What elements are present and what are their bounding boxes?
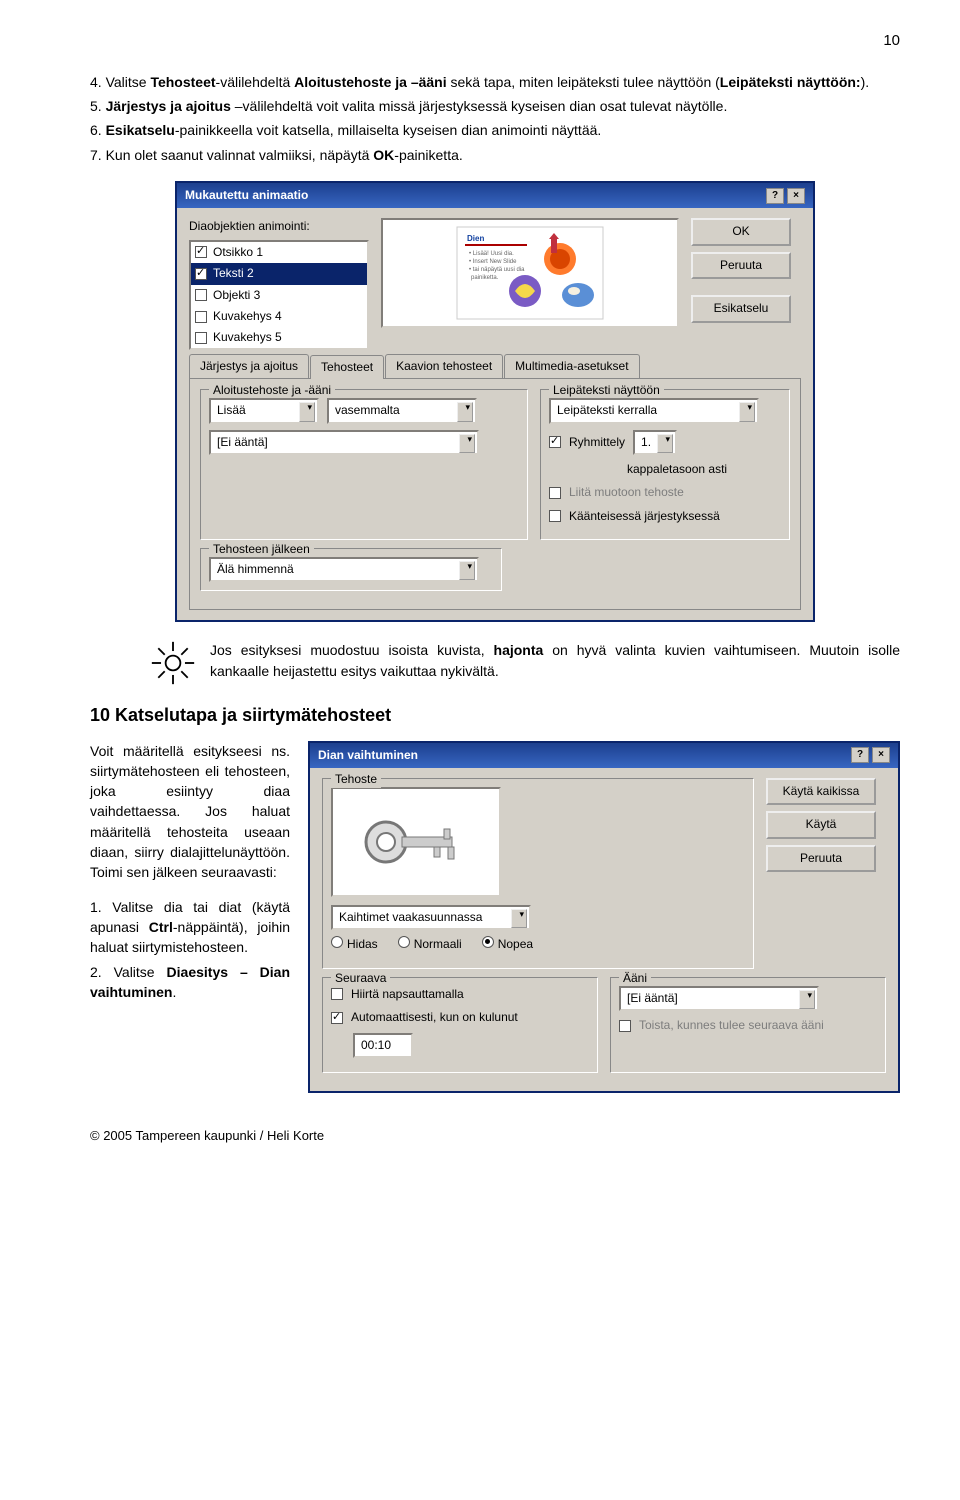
dd-transition-sound[interactable]: [Ei ääntä] xyxy=(619,986,819,1011)
list-item: 4. Valitse Tehosteet-välilehdeltä Aloitu… xyxy=(90,72,900,92)
speed-option[interactable]: Nopea xyxy=(482,936,533,953)
list-item[interactable]: Kuvakehys 4 xyxy=(191,306,367,327)
close-icon[interactable]: × xyxy=(872,747,890,763)
group-sound: Ääni [Ei ääntä] Toista, kunnes tulee seu… xyxy=(610,977,886,1073)
tip-block: Jos esityksesi muodostuu isoista kuvista… xyxy=(150,640,900,686)
dd-level[interactable]: 1. xyxy=(633,430,677,455)
instruction-list-1: 4. Valitse Tehosteet-välilehdeltä Aloitu… xyxy=(90,72,900,165)
tip-text: Jos esityksesi muodostuu isoista kuvista… xyxy=(210,640,900,681)
group-start-effect: Aloitustehoste ja -ääni Lisää vasemmalta… xyxy=(200,389,528,540)
group-bodytext: Leipäteksti näyttöön Leipäteksti kerrall… xyxy=(540,389,790,540)
radio-speed[interactable] xyxy=(398,936,410,948)
list-item: 1. Valitse dia tai diat (käytä apunasi C… xyxy=(90,897,290,958)
radio-speed[interactable] xyxy=(331,936,343,948)
object-list[interactable]: Otsikko 1Teksti 2Objekti 3Kuvakehys 4Kuv… xyxy=(189,240,369,350)
dd-body[interactable]: Leipäteksti kerralla xyxy=(549,398,759,423)
dd-transition-effect[interactable]: Kaihtimet vaakasuunnassa xyxy=(331,905,531,930)
dialog2-title: Dian vaihtuminen xyxy=(318,747,418,764)
dialog-title: Mukautettu animaatio xyxy=(185,187,308,204)
check-icon[interactable] xyxy=(195,289,207,301)
legend-body: Leipäteksti näyttöön xyxy=(549,382,664,399)
apply-button[interactable]: Käytä xyxy=(766,811,876,838)
list-item[interactable]: Otsikko 1 xyxy=(191,242,367,263)
label-grouping: Ryhmittely xyxy=(569,434,625,451)
label-loop: Toista, kunnes tulee seuraava ääni xyxy=(639,1017,824,1034)
group-effect: Tehoste Kaihtim xyxy=(322,778,754,969)
check-icon[interactable] xyxy=(195,311,207,323)
check-grouping[interactable] xyxy=(549,436,561,448)
tab[interactable]: Multimedia-asetukset xyxy=(504,354,639,378)
check-mouseclick[interactable] xyxy=(331,988,343,1000)
help-icon[interactable]: ? xyxy=(851,747,869,763)
legend-sound: Ääni xyxy=(619,970,651,987)
svg-text:• Insert New Slide: • Insert New Slide xyxy=(469,259,517,265)
dd-effect[interactable]: Lisää xyxy=(209,398,319,423)
legend-effect: Tehoste xyxy=(331,771,381,788)
list-item: 5. Järjestys ja ajoitus –välilehdeltä vo… xyxy=(90,96,900,116)
dd-direction[interactable]: vasemmalta xyxy=(327,398,477,423)
preview-pane: Dien • Lisää! Uusi dia. • Insert New Sli… xyxy=(381,218,679,328)
label-auto: Automaattisesti, kun on kulunut xyxy=(351,1009,518,1026)
svg-text:• Lisää! Uusi dia.: • Lisää! Uusi dia. xyxy=(469,251,514,257)
footer: © 2005 Tampereen kaupunki / Heli Korte xyxy=(90,1127,900,1146)
check-reverse[interactable] xyxy=(549,510,561,522)
speed-option[interactable]: Hidas xyxy=(331,936,378,953)
preview-button[interactable]: Esikatselu xyxy=(691,295,791,322)
help-icon[interactable]: ? xyxy=(766,188,784,204)
check-auto[interactable] xyxy=(331,1012,343,1024)
svg-text:painiketta.: painiketta. xyxy=(471,275,499,281)
apply-all-button[interactable]: Käytä kaikissa xyxy=(766,778,876,805)
check-shape xyxy=(549,487,561,499)
dialog-slide-transition: Dian vaihtuminen ? × Tehoste xyxy=(308,741,900,1093)
label-mouseclick: Hiirtä napsauttamalla xyxy=(351,986,464,1003)
titlebar-2: Dian vaihtuminen ? × xyxy=(310,743,898,768)
instruction-list-2: 1. Valitse dia tai diat (käytä apunasi C… xyxy=(90,897,290,1002)
label-reverse: Käänteisessä järjestyksessä xyxy=(569,508,720,525)
dd-after[interactable]: Älä himmennä xyxy=(209,557,479,582)
speed-option[interactable]: Normaali xyxy=(398,936,462,953)
paragraph-2: Voit määritellä esitykseesi ns. siirtymä… xyxy=(90,741,290,883)
list-item: 2. Valitse Diaesitys – Dian vaihtuminen. xyxy=(90,962,290,1003)
group-after-effect: Tehosteen jälkeen Älä himmennä xyxy=(200,548,502,591)
group-next: Seuraava Hiirtä napsauttamalla Automaatt… xyxy=(322,977,598,1073)
svg-text:• tai näpäytä uusi dia: • tai näpäytä uusi dia xyxy=(469,267,525,273)
radio-speed[interactable] xyxy=(482,936,494,948)
label-shape: Liitä muotoon tehoste xyxy=(569,484,684,501)
tab[interactable]: Kaavion tehosteet xyxy=(385,354,503,378)
section-heading: 10 Katselutapa ja siirtymätehosteet xyxy=(90,702,900,728)
speed-radios: Hidas Normaali Nopea xyxy=(331,936,745,953)
dd-sound[interactable]: [Ei ääntä] xyxy=(209,430,479,455)
list-item[interactable]: Kuvakehys 6 xyxy=(191,349,367,350)
label-level-after: kappaletasoon asti xyxy=(627,461,727,478)
list-item[interactable]: Kuvakehys 5 xyxy=(191,327,367,348)
list-item[interactable]: Objekti 3 xyxy=(191,285,367,306)
check-icon[interactable] xyxy=(195,246,207,258)
legend-next: Seuraava xyxy=(331,970,390,987)
cancel-button-2[interactable]: Peruuta xyxy=(766,845,876,872)
tab[interactable]: Tehosteet xyxy=(310,355,384,379)
check-icon[interactable] xyxy=(195,332,207,344)
legend-start: Aloitustehoste ja -ääni xyxy=(209,382,335,399)
list-item: 6. Esikatselu-painikkeella voit katsella… xyxy=(90,120,900,140)
list-label: Diaobjektien animointi: xyxy=(189,218,369,235)
check-icon[interactable] xyxy=(195,268,207,280)
list-item: 7. Kun olet saanut valinnat valmiiksi, n… xyxy=(90,145,900,165)
effect-preview xyxy=(331,787,501,897)
check-loop xyxy=(619,1020,631,1032)
ok-button[interactable]: OK xyxy=(691,218,791,245)
legend-after: Tehosteen jälkeen xyxy=(209,541,314,558)
list-item[interactable]: Teksti 2 xyxy=(191,263,367,284)
svg-text:Dien: Dien xyxy=(467,234,484,243)
titlebar: Mukautettu animaatio ? × xyxy=(177,183,813,208)
tab[interactable]: Järjestys ja ajoitus xyxy=(189,354,309,378)
sun-icon xyxy=(150,640,196,686)
time-input[interactable]: 00:10 xyxy=(353,1033,413,1058)
page-number: 10 xyxy=(90,30,900,52)
dialog-custom-animation: Mukautettu animaatio ? × Diaobjektien an… xyxy=(175,181,815,623)
close-icon[interactable]: × xyxy=(787,188,805,204)
tab-strip: Järjestys ja ajoitusTehosteetKaavion teh… xyxy=(189,354,801,378)
cancel-button[interactable]: Peruuta xyxy=(691,252,791,279)
